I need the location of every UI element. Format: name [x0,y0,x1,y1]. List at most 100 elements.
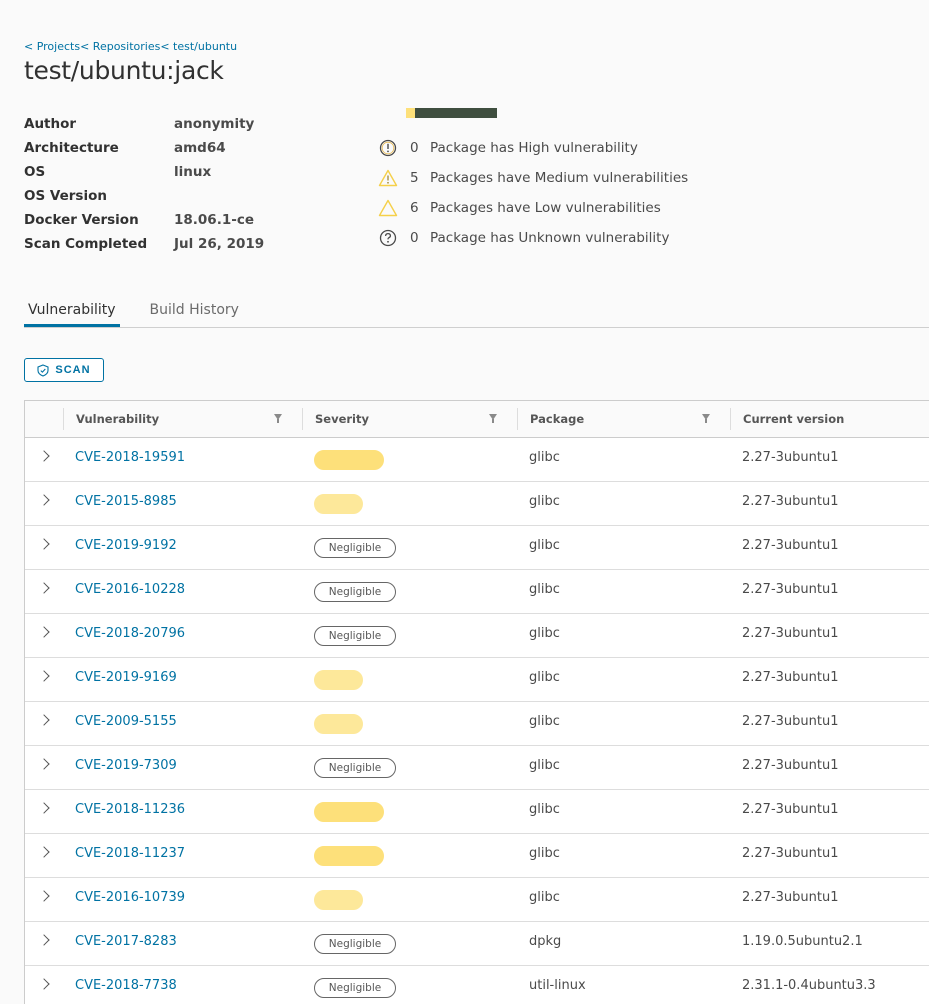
vulnerability-cell: CVE-2015-8985 [63,482,302,525]
chevron-right-icon[interactable] [38,582,50,594]
breadcrumb-projects-link[interactable]: < Projects [24,40,80,53]
severity-badge: Negligible [314,978,396,998]
cve-link[interactable]: CVE-2016-10228 [75,582,185,597]
property-value: anonymity [174,116,255,132]
outline-triangle-icon [378,198,398,218]
header-label: Severity [315,412,369,426]
cve-link[interactable]: CVE-2018-20796 [75,626,185,641]
property-row-docker-version: Docker Version 18.06.1-ce [24,208,264,232]
header-label: Vulnerability [76,412,160,426]
tab-build-history[interactable]: Build History [146,296,243,328]
package-cell: glibc [529,890,560,905]
chevron-right-icon[interactable] [38,714,50,726]
version-cell: 2.27-3ubuntu1 [742,670,839,685]
tab-bar: Vulnerability Build History [24,296,929,328]
severity-badge [314,670,363,690]
header-severity[interactable]: Severity [302,408,517,430]
vulnerability-cell: CVE-2019-7309 [63,746,302,789]
property-row-architecture: Architecture amd64 [24,136,264,160]
property-row-os-version: OS Version [24,184,264,208]
severity-bar-medium-segment [406,108,416,118]
table-row[interactable]: CVE-2018-7738 Negligible util-linux 2.31.1-… [25,966,929,1004]
table-row[interactable]: CVE-2017-8283 Negligible dpkg 1.19.0.5ubunt… [25,922,929,966]
table-row[interactable]: CVE-2018-20796 Negligible glibc 2.27-3ubunt… [25,614,929,658]
chevron-right-icon[interactable] [38,890,50,902]
chevron-right-icon[interactable] [38,802,50,814]
severity-badge: Negligible [314,538,396,558]
cve-link[interactable]: CVE-2009-5155 [75,714,177,729]
image-properties: Author anonymity Architecture amd64 OS l… [24,112,264,256]
vulnerability-table: Vulnerability Severity Package Current v… [24,400,929,1004]
table-body: CVE-2018-19591 glibc 2.27-3ubuntu1 CVE-2015… [25,438,929,1004]
property-value: amd64 [174,140,226,156]
severity-cell [302,834,517,877]
chevron-right-icon[interactable] [38,626,50,638]
property-label: Scan Completed [24,236,148,252]
severity-badge [314,890,363,910]
severity-badge: Negligible [314,758,396,778]
vulnerability-cell: CVE-2016-10739 [63,878,302,921]
header-current-version[interactable]: Current version [730,408,929,430]
cve-link[interactable]: CVE-2019-9169 [75,670,177,685]
chevron-right-icon[interactable] [38,450,50,462]
summary-text: Package has High vulnerability [430,140,638,156]
chevron-right-icon[interactable] [38,538,50,550]
severity-cell: Negligible [302,614,517,657]
expand-cell [25,526,63,569]
table-row[interactable]: CVE-2016-10739 glibc 2.27-3ubuntu1 [25,878,929,922]
header-label: Current version [743,412,845,426]
summary-count: 0 [410,140,419,156]
chevron-right-icon[interactable] [38,934,50,946]
table-row[interactable]: CVE-2019-7309 Negligible glibc 2.27-3ubuntu… [25,746,929,790]
package-cell: util-linux [529,978,586,993]
table-row[interactable]: CVE-2018-19591 glibc 2.27-3ubuntu1 [25,438,929,482]
header-label: Package [530,412,585,426]
filter-icon[interactable] [489,414,497,423]
cve-link[interactable]: CVE-2015-8985 [75,494,177,509]
version-cell: 2.27-3ubuntu1 [742,626,839,641]
table-row[interactable]: CVE-2019-9192 Negligible glibc 2.27-3ubuntu… [25,526,929,570]
cve-link[interactable]: CVE-2019-7309 [75,758,177,773]
cve-link[interactable]: CVE-2016-10739 [75,890,185,905]
version-cell: 2.27-3ubuntu1 [742,890,839,905]
chevron-right-icon[interactable] [38,670,50,682]
chevron-right-icon[interactable] [38,758,50,770]
cve-link[interactable]: CVE-2019-9192 [75,538,177,553]
breadcrumb-repositories-link[interactable]: < Repositories [80,40,160,53]
chevron-right-icon[interactable] [38,494,50,506]
package-cell: dpkg [529,934,562,949]
expand-cell [25,790,63,833]
shield-icon [37,363,49,377]
vulnerability-cell: CVE-2018-11237 [63,834,302,877]
vulnerability-cell: CVE-2018-19591 [63,438,302,481]
table-row[interactable]: CVE-2009-5155 glibc 2.27-3ubuntu1 [25,702,929,746]
expand-cell [25,834,63,877]
scan-button[interactable]: SCAN [24,358,104,382]
severity-bar-low-segment [415,108,497,118]
filter-icon[interactable] [274,414,282,423]
package-cell: glibc [529,494,560,509]
table-row[interactable]: CVE-2016-10228 Negligible glibc 2.27-3ubunt… [25,570,929,614]
severity-badge [314,846,384,866]
chevron-right-icon[interactable] [38,846,50,858]
table-row[interactable]: CVE-2018-11237 glibc 2.27-3ubuntu1 [25,834,929,878]
chevron-right-icon[interactable] [38,978,50,990]
vulnerability-cell: CVE-2018-7738 [63,966,302,1004]
table-row[interactable]: CVE-2015-8985 glibc 2.27-3ubuntu1 [25,482,929,526]
cve-link[interactable]: CVE-2018-11236 [75,802,185,817]
breadcrumb-repo-link[interactable]: < test/ubuntu [160,40,237,53]
cve-link[interactable]: CVE-2018-7738 [75,978,177,993]
tab-vulnerability[interactable]: Vulnerability [24,296,120,327]
table-row[interactable]: CVE-2018-11236 glibc 2.27-3ubuntu1 [25,790,929,834]
vulnerability-summary: 0 Package has High vulnerability 5 Packa… [378,133,688,253]
version-cell: 2.27-3ubuntu1 [742,538,839,553]
cve-link[interactable]: CVE-2018-19591 [75,450,185,465]
cve-link[interactable]: CVE-2017-8283 [75,934,177,949]
expand-cell [25,614,63,657]
filter-icon[interactable] [702,414,710,423]
expand-cell [25,878,63,921]
table-row[interactable]: CVE-2019-9169 glibc 2.27-3ubuntu1 [25,658,929,702]
cve-link[interactable]: CVE-2018-11237 [75,846,185,861]
header-vulnerability[interactable]: Vulnerability [63,408,302,430]
header-package[interactable]: Package [517,408,730,430]
